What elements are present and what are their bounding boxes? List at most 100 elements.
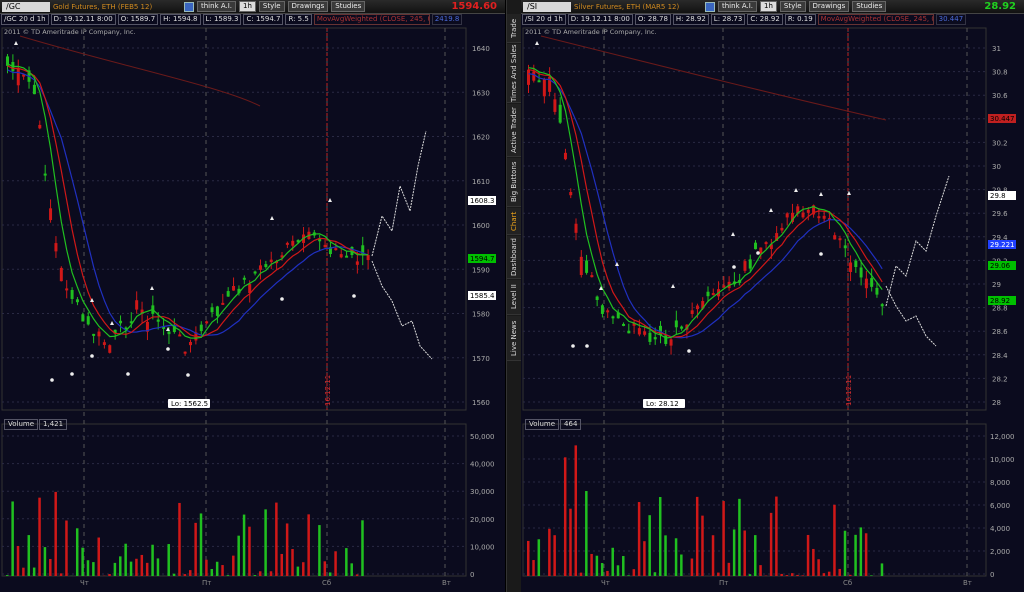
candle bbox=[648, 332, 652, 342]
volume-tick-label: 50,000 bbox=[470, 433, 495, 441]
candle bbox=[637, 328, 641, 335]
swing-dot bbox=[50, 378, 54, 382]
gold-think-ai-button[interactable]: think A.I. bbox=[197, 1, 237, 12]
volume-bar bbox=[711, 535, 715, 576]
volume-bar bbox=[769, 512, 773, 576]
candle bbox=[843, 245, 847, 249]
volume-bar bbox=[743, 530, 746, 576]
candle bbox=[32, 84, 36, 95]
silver-open: O: 28.78 bbox=[634, 14, 671, 25]
date-marker-label: 16.12.11 bbox=[845, 375, 853, 406]
volume-bar bbox=[870, 575, 873, 576]
silver-aggregation[interactable]: /SI 20 d 1h bbox=[522, 14, 566, 25]
volume-bar bbox=[124, 543, 127, 576]
gold-aggregation[interactable]: /GC 20 d 1h bbox=[1, 14, 49, 25]
tab-trade[interactable]: Trade bbox=[507, 14, 521, 43]
volume-bar bbox=[355, 574, 359, 576]
volume-bar bbox=[11, 501, 14, 576]
volume-bar bbox=[701, 515, 704, 576]
volume-tick-label: 10,000 bbox=[990, 456, 1015, 464]
tab-active-trader[interactable]: Active Trader bbox=[507, 104, 521, 157]
candle bbox=[108, 345, 112, 353]
volume-tick-label: 0 bbox=[470, 571, 474, 579]
silver-symbol-input[interactable]: /SI bbox=[523, 1, 571, 12]
volume-tick-label: 40,000 bbox=[470, 461, 495, 469]
volume-bar bbox=[49, 558, 52, 576]
swing-dot bbox=[126, 372, 130, 376]
silver-timeframe-button[interactable]: 1h bbox=[760, 1, 777, 12]
tab-dashboard[interactable]: Dashboard bbox=[507, 236, 521, 279]
volume-bar bbox=[722, 501, 725, 576]
candle bbox=[695, 305, 699, 310]
swing-dot bbox=[166, 347, 170, 351]
volume-bar bbox=[695, 496, 699, 576]
volume-bar bbox=[849, 574, 852, 576]
volume-bar bbox=[81, 547, 84, 576]
candle bbox=[542, 79, 546, 97]
price-plot-frame bbox=[1, 27, 467, 411]
projection-down-line bbox=[371, 260, 433, 360]
tab-chart[interactable]: Chart bbox=[507, 208, 521, 235]
gold-price-chart[interactable]: 1640 1630 1620 1610 1600 1590 1580 1570 1560 50,0… bbox=[0, 26, 505, 592]
candle bbox=[242, 277, 246, 280]
silver-drawings-button[interactable]: Drawings bbox=[808, 1, 850, 12]
candle bbox=[215, 306, 219, 316]
candle bbox=[875, 287, 879, 295]
volume-bar bbox=[328, 572, 332, 576]
volume-bar bbox=[674, 538, 678, 576]
candle bbox=[574, 223, 578, 233]
tab-live-news[interactable]: Live News bbox=[507, 316, 521, 361]
volume-bar bbox=[864, 533, 868, 576]
silver-style-button[interactable]: Style bbox=[779, 1, 806, 12]
candle bbox=[269, 259, 273, 263]
gold-symbol-input[interactable]: /GC bbox=[2, 1, 50, 12]
candle bbox=[854, 260, 858, 267]
candle bbox=[743, 261, 747, 271]
candle bbox=[653, 337, 657, 340]
silver-study-label[interactable]: MovAvgWeighted (CLOSE, 245, 0) bbox=[817, 14, 934, 25]
volume-bar bbox=[345, 548, 348, 576]
volume-bar bbox=[785, 575, 789, 576]
candle bbox=[833, 235, 837, 240]
gold-timeframe-button[interactable]: 1h bbox=[239, 1, 256, 12]
swing-dot bbox=[352, 294, 356, 298]
tab-level-ii[interactable]: Level II bbox=[507, 280, 521, 315]
volume-bar bbox=[527, 540, 530, 576]
candle bbox=[569, 192, 573, 196]
silver-think-ai-button[interactable]: think A.I. bbox=[718, 1, 758, 12]
volume-bar bbox=[140, 554, 144, 576]
projection-up-line bbox=[371, 130, 427, 257]
gold-style-button[interactable]: Style bbox=[258, 1, 285, 12]
candle bbox=[643, 331, 647, 335]
candle bbox=[189, 341, 192, 346]
volume-bar bbox=[302, 562, 305, 576]
tab-times-and-sales[interactable]: Times And Sales bbox=[507, 44, 521, 103]
volume-bar bbox=[637, 502, 641, 576]
x-axis-label: Пт bbox=[719, 579, 728, 587]
price-tag-label: 29.221 bbox=[990, 241, 1015, 249]
volume-bar bbox=[199, 513, 203, 576]
ema-fast-line bbox=[528, 67, 883, 339]
candle bbox=[817, 216, 821, 219]
candle bbox=[156, 319, 160, 322]
volume-bar bbox=[648, 515, 651, 576]
volume-bar bbox=[690, 558, 694, 576]
candle bbox=[81, 314, 85, 322]
gold-low: L: 1589.3 bbox=[202, 14, 242, 25]
tab-big-buttons[interactable]: Big Buttons bbox=[507, 158, 521, 207]
swing-dot bbox=[819, 252, 823, 256]
volume-bar bbox=[323, 561, 327, 576]
gold-drawings-button[interactable]: Drawings bbox=[287, 1, 329, 12]
silver-volume-label: Volume bbox=[525, 419, 560, 430]
gold-studies-button[interactable]: Studies bbox=[331, 1, 366, 12]
candle bbox=[232, 285, 236, 291]
candle bbox=[780, 227, 784, 231]
silver-studies-button[interactable]: Studies bbox=[852, 1, 887, 12]
price-tag-label: 30.447 bbox=[990, 115, 1015, 123]
volume-bar bbox=[258, 571, 262, 576]
price-tick-label: 28.4 bbox=[992, 352, 1008, 360]
candle bbox=[590, 275, 594, 278]
gold-study-label[interactable]: MovAvgWeighted (CLOSE, 245, 0) bbox=[313, 14, 430, 25]
silver-price-chart[interactable]: 3130.830.630.430.23029.829.629.429.22928… bbox=[521, 26, 1024, 592]
gold-volume-label: Volume bbox=[4, 419, 39, 430]
